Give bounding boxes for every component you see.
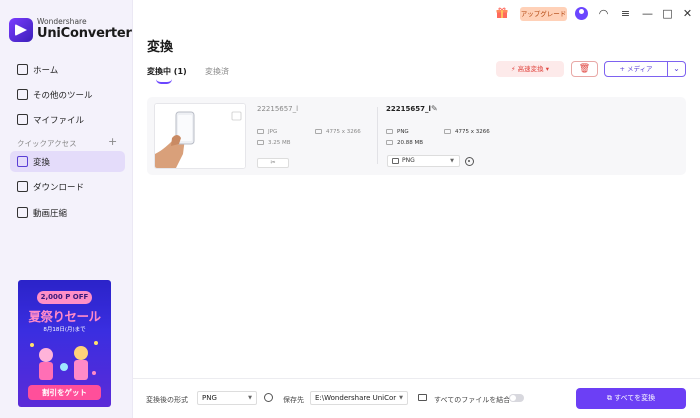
sidebar-item-label: 動画圧縮 bbox=[33, 208, 68, 219]
convert-icon bbox=[17, 156, 28, 167]
sidebar-item-label: ホーム bbox=[33, 65, 59, 76]
source-file-name: 22215657_l bbox=[257, 105, 299, 113]
open-folder-icon[interactable] bbox=[418, 394, 427, 401]
compress-icon bbox=[17, 207, 28, 218]
source-size: 3.25 MB bbox=[257, 140, 291, 146]
home-icon bbox=[17, 64, 28, 75]
sidebar-item-other-tools[interactable]: その他のツール bbox=[10, 84, 125, 105]
delete-all-button[interactable]: 🗑 bbox=[571, 61, 598, 77]
sidebar-item-my-files[interactable]: マイファイル bbox=[10, 109, 125, 130]
image-icon bbox=[392, 157, 399, 164]
convert-all-button[interactable]: ⧉ すべてを変換 bbox=[576, 388, 686, 409]
sidebar-item-download[interactable]: ダウンロード bbox=[10, 176, 125, 197]
add-media-dropdown[interactable]: ⌄ bbox=[668, 61, 686, 77]
tab-converted[interactable]: 変換済 bbox=[205, 66, 229, 77]
maximize-icon[interactable]: □ bbox=[661, 7, 674, 20]
sidebar-item-label: ダウンロード bbox=[33, 182, 85, 193]
save-location-label: 保存先 bbox=[283, 396, 304, 404]
sidebar-item-label: マイファイル bbox=[33, 115, 85, 126]
source-resolution: 4775 x 3266 bbox=[315, 129, 361, 135]
promo-discount: 2,000 P OFF bbox=[37, 291, 92, 304]
output-format-label: 変換後の形式 bbox=[146, 396, 188, 404]
folder-icon bbox=[386, 140, 393, 145]
file-card: 22215657_l JPG 4775 x 3266 3.25 MB ✂ 222… bbox=[147, 97, 686, 175]
uniconverter-logo-icon bbox=[9, 18, 33, 42]
chevron-down-icon: ▼ bbox=[450, 158, 454, 164]
thumbnail-image bbox=[155, 104, 245, 168]
sidebar-item-home[interactable]: ホーム bbox=[10, 59, 125, 80]
upgrade-button[interactable]: アップグレード bbox=[520, 7, 567, 21]
sidebar: Wondershare UniConverter ホーム その他のツール マイフ… bbox=[0, 0, 133, 418]
save-location-select[interactable]: E:\Wondershare UniCor ▼ bbox=[310, 391, 408, 405]
format-icon bbox=[386, 129, 393, 134]
app-name: UniConverter bbox=[37, 26, 132, 41]
avatar[interactable] bbox=[575, 7, 588, 20]
menu-icon[interactable]: ≡ bbox=[619, 7, 632, 20]
close-icon[interactable]: ✕ bbox=[681, 7, 694, 20]
target-resolution: 4775 x 3266 bbox=[444, 129, 490, 135]
get-discount-button[interactable]: 割引をゲット bbox=[28, 385, 101, 400]
promo-banner[interactable]: 2,000 P OFF 夏祭りセール 8月18日(月)まで 割引をゲット bbox=[18, 280, 111, 407]
target-size: 20.88 MB bbox=[386, 140, 423, 146]
rename-icon[interactable]: ✎ bbox=[431, 104, 438, 113]
quick-access-label: クイックアクセス bbox=[17, 139, 77, 148]
promo-title: 夏祭りセール bbox=[28, 309, 101, 324]
toolbox-icon bbox=[17, 89, 28, 100]
source-format: JPG bbox=[257, 129, 277, 135]
tab-converting[interactable]: 変換中 (1) bbox=[147, 66, 187, 84]
chevron-down-icon: ▼ bbox=[399, 395, 403, 401]
minimize-icon[interactable]: — bbox=[641, 7, 654, 20]
promo-date: 8月18日(月)まで bbox=[43, 327, 86, 333]
file-icon bbox=[17, 114, 28, 125]
target-format: PNG bbox=[386, 129, 409, 135]
sidebar-item-convert[interactable]: 変換 bbox=[10, 151, 125, 172]
headset-icon[interactable]: ◠ bbox=[597, 7, 610, 20]
format-icon bbox=[257, 129, 264, 134]
page-title: 変換 bbox=[147, 40, 174, 55]
edit-file-button[interactable]: ✂ bbox=[257, 158, 289, 168]
global-format-select[interactable]: PNG ▼ bbox=[197, 391, 257, 405]
output-settings-gear-icon[interactable] bbox=[465, 157, 474, 166]
add-media-button[interactable]: + メディア bbox=[604, 61, 668, 77]
add-quick-access-button[interactable]: + bbox=[108, 135, 117, 148]
promo-illustration bbox=[30, 341, 98, 380]
target-file-name: 22215657_l bbox=[386, 105, 431, 113]
bottom-bar: 変換後の形式 PNG ▼ 保存先 E:\Wondershare UniCor ▼… bbox=[133, 378, 700, 418]
sidebar-item-compress[interactable]: 動画圧縮 bbox=[10, 202, 125, 223]
card-divider bbox=[377, 107, 378, 164]
download-icon bbox=[17, 181, 28, 192]
output-format-select[interactable]: PNG ▼ bbox=[387, 155, 460, 167]
sidebar-item-label: その他のツール bbox=[33, 90, 93, 101]
folder-icon bbox=[257, 140, 264, 145]
merge-files-label: すべてのファイルを結合 bbox=[434, 396, 511, 404]
brand-name: Wondershare bbox=[37, 17, 87, 26]
gift-icon[interactable] bbox=[496, 7, 508, 19]
resolution-icon bbox=[315, 129, 322, 134]
resolution-icon bbox=[444, 129, 451, 134]
global-settings-gear-icon[interactable] bbox=[264, 393, 273, 402]
sidebar-item-label: 変換 bbox=[33, 157, 51, 168]
merge-files-toggle[interactable] bbox=[509, 394, 524, 402]
chevron-down-icon: ▼ bbox=[248, 395, 252, 401]
high-speed-convert-button[interactable]: ⚡ 高速変換 ▾ bbox=[496, 61, 564, 77]
file-thumbnail[interactable] bbox=[154, 103, 246, 169]
